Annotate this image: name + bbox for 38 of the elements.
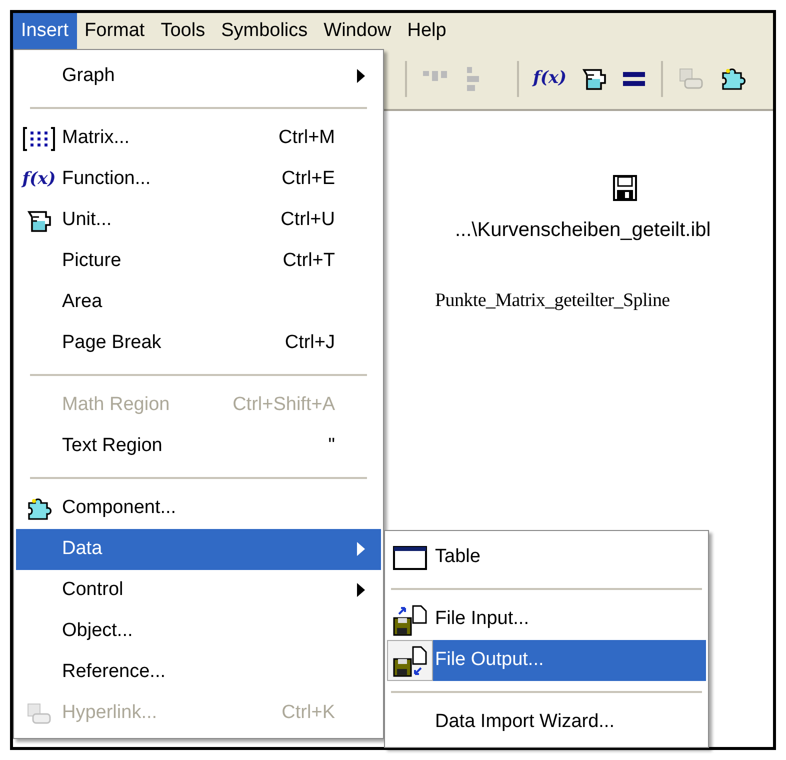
menu-item[interactable]: Graph [16, 56, 381, 97]
function-icon: f(x) [22, 171, 56, 188]
menu-bar-item[interactable]: Help [399, 13, 454, 49]
function-icon[interactable]: f(x) [533, 66, 567, 92]
menu-item[interactable]: Matrix... Ctrl+M [16, 118, 381, 159]
submenu-arrow-icon [357, 583, 365, 597]
file-path: ...\Kurvenscheiben_geteilt.ibl [455, 218, 711, 243]
table-icon [392, 544, 428, 572]
menu-item[interactable]: Data Import Wizard... [387, 702, 706, 743]
menu-item[interactable]: File Input... [387, 599, 706, 640]
file-output-icon [391, 644, 429, 678]
menu-item[interactable]: Area [16, 282, 381, 323]
menu-bar-item[interactable]: Tools [152, 13, 214, 49]
menu-bar-item[interactable]: Window [316, 13, 400, 49]
menu-item[interactable]: Reference... [16, 652, 381, 693]
menu-item[interactable]: f(x) Function... Ctrl+E [16, 159, 381, 200]
menu-item[interactable]: Page Break Ctrl+J [16, 323, 381, 364]
menu-bar-item[interactable]: Format [76, 13, 153, 49]
menu-item[interactable]: Picture Ctrl+T [16, 241, 381, 282]
menu-bar-item[interactable]: Symbolics [213, 13, 316, 49]
puzzle-icon [25, 496, 53, 522]
menu-item[interactable]: Object... [16, 611, 381, 652]
menu-item[interactable]: Control [16, 570, 381, 611]
menu-bar-item[interactable]: Insert [13, 13, 77, 49]
menu-item[interactable]: Table [387, 537, 706, 578]
menu-item[interactable]: Text Region " [16, 426, 381, 467]
menu-item[interactable]: Unit... Ctrl+U [16, 200, 381, 241]
variable-name: Punkte_Matrix_geteilter_Spline [435, 289, 670, 313]
file-input-icon [391, 602, 429, 636]
equals-icon[interactable] [620, 70, 647, 88]
menu-item[interactable]: Component... [16, 488, 381, 529]
submenu-arrow-icon [357, 69, 365, 83]
menu-item[interactable]: Data [16, 529, 381, 570]
beaker-icon [580, 66, 607, 92]
link-icon [25, 700, 53, 726]
submenu-arrow-icon [357, 542, 365, 556]
link-icon [676, 66, 705, 92]
matrix-icon [22, 126, 56, 152]
